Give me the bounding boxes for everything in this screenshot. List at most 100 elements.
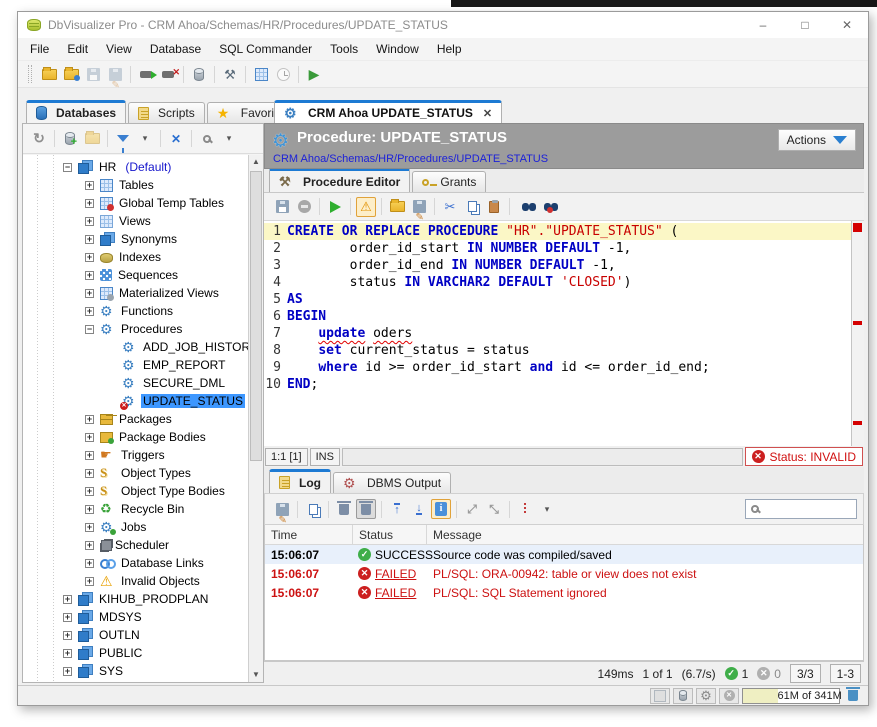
tree-item-label[interactable]: EMP_REPORT <box>141 358 227 372</box>
log-clear-filtered-icon[interactable] <box>356 499 376 519</box>
filter-caret-icon[interactable]: ▾ <box>135 129 155 149</box>
scrollbar-thumb[interactable] <box>250 171 262 461</box>
tree-item-synonyms[interactable]: +Synonyms <box>23 230 248 248</box>
actions-button[interactable]: Actions <box>778 129 856 151</box>
tree-item-label[interactable]: Procedures <box>119 322 184 336</box>
code-line-5[interactable]: 5AS <box>264 291 851 308</box>
grid-window-icon[interactable] <box>251 64 271 84</box>
expand-node-icon[interactable]: + <box>85 289 94 298</box>
tree-item-global-temp-tables[interactable]: +Global Temp Tables <box>23 194 248 212</box>
tree-item-triggers[interactable]: +Triggers <box>23 446 248 464</box>
close-button[interactable]: ✕ <box>826 12 868 38</box>
garbage-collect-icon[interactable] <box>843 688 863 704</box>
menu-sql-commander[interactable]: SQL Commander <box>210 38 321 60</box>
expand-node-icon[interactable]: + <box>85 487 94 496</box>
save-icon[interactable] <box>83 64 103 84</box>
database-status-icon[interactable] <box>673 688 693 704</box>
save-as-icon[interactable] <box>105 64 125 84</box>
code-line-9[interactable]: 9 where id >= order_id_start and id <= o… <box>264 359 851 376</box>
expand-node-icon[interactable]: + <box>85 505 94 514</box>
log-row[interactable]: 15:06:07✕FAILEDPL/SQL: SQL Statement ign… <box>265 583 863 602</box>
tree-item-packages[interactable]: +Packages <box>23 410 248 428</box>
open-file-icon[interactable] <box>387 197 407 217</box>
stop-task-icon[interactable]: ✕ <box>719 688 739 704</box>
tree-item-label[interactable]: ADD_JOB_HISTORY <box>141 340 248 354</box>
code-line-8[interactable]: 8 set current_status = status <box>264 342 851 359</box>
sql-editor[interactable]: 1CREATE OR REPLACE PROCEDURE "HR"."UPDAT… <box>264 221 864 446</box>
code-line-2[interactable]: 2 order_id_start IN NUMBER DEFAULT -1, <box>264 240 851 257</box>
tree-item-object-types[interactable]: +Object Types <box>23 464 248 482</box>
sql-code[interactable]: 1CREATE OR REPLACE PROCEDURE "HR"."UPDAT… <box>264 221 851 446</box>
code-line-10[interactable]: 10END; <box>264 376 851 393</box>
tree-item-label[interactable]: Sequences <box>116 268 180 282</box>
tree-item-mdsys[interactable]: +MDSYS <box>23 608 248 626</box>
tree-item-label[interactable]: UPDATE_STATUS <box>141 394 245 408</box>
tree-item-label[interactable]: PUBLIC <box>97 646 144 660</box>
tab-grants[interactable]: Grants <box>412 171 486 192</box>
tree-item-public[interactable]: + PUBLIC <box>23 644 248 662</box>
menu-window[interactable]: Window <box>367 38 428 60</box>
tree-item-tables[interactable]: +Tables <box>23 176 248 194</box>
tree-item-hr[interactable]: −HR(Default) <box>23 158 248 176</box>
tree-item-add-job-history[interactable]: ADD_JOB_HISTORY <box>23 338 248 356</box>
log-export-icon[interactable] <box>272 499 292 519</box>
tree-item-database-links[interactable]: +Database Links <box>23 554 248 572</box>
tree-item-recycle-bin[interactable]: +Recycle Bin <box>23 500 248 518</box>
tree-scrollbar[interactable]: ▲ ▼ <box>248 155 263 682</box>
tree-item-object-type-bodies[interactable]: +Object Type Bodies <box>23 482 248 500</box>
error-stripe[interactable] <box>851 221 864 446</box>
layout-icon[interactable] <box>650 688 670 704</box>
execute-icon[interactable] <box>325 197 345 217</box>
scroll-top-icon[interactable]: ↑ <box>387 499 407 519</box>
tree-item-label[interactable]: Package Bodies <box>117 430 208 444</box>
tree-item-label[interactable]: HR <box>97 160 118 174</box>
expand-node-icon[interactable]: + <box>85 217 94 226</box>
menu-tools[interactable]: Tools <box>321 38 367 60</box>
add-folder-icon[interactable] <box>82 129 102 149</box>
disconnect-icon[interactable] <box>158 64 178 84</box>
tree-item-label[interactable]: Functions <box>119 304 175 318</box>
collapse-node-icon[interactable]: − <box>63 163 72 172</box>
tree-item-label[interactable]: SYS <box>97 664 125 678</box>
minimize-button[interactable]: – <box>742 12 784 38</box>
export-icon[interactable] <box>409 197 429 217</box>
expand-node-icon[interactable]: + <box>63 631 72 640</box>
tree-item-scheduler[interactable]: +Scheduler <box>23 536 248 554</box>
maximize-button[interactable]: □ <box>784 12 826 38</box>
column-marker-icon[interactable] <box>515 499 535 519</box>
tree-item-label[interactable]: Jobs <box>119 520 148 534</box>
tree-item-kihub-prodplan[interactable]: +KIHUB_PRODPLAN <box>23 590 248 608</box>
expand-node-icon[interactable]: + <box>85 451 94 460</box>
collapse-all-icon[interactable]: ✕ <box>166 129 186 149</box>
menu-file[interactable]: File <box>21 38 58 60</box>
expand-node-icon[interactable]: + <box>63 667 72 676</box>
tree-item-label[interactable]: Tables <box>117 178 156 192</box>
paste-icon[interactable] <box>484 197 504 217</box>
save-procedure-icon[interactable] <box>272 197 292 217</box>
error-mark[interactable] <box>853 223 862 232</box>
expand-node-icon[interactable]: + <box>85 577 94 586</box>
tree-item-jobs[interactable]: +Jobs <box>23 518 248 536</box>
copy-icon[interactable] <box>462 197 482 217</box>
find-icon[interactable] <box>515 197 535 217</box>
menu-view[interactable]: View <box>97 38 141 60</box>
code-line-7[interactable]: 7 update oders <box>264 325 851 342</box>
tree-item-label[interactable]: Scheduler <box>113 538 171 552</box>
search-caret-icon[interactable]: ▾ <box>219 129 239 149</box>
tab-log[interactable]: Log <box>269 469 331 493</box>
log-table-header[interactable]: Time Status Message <box>265 525 863 545</box>
column-message[interactable]: Message <box>427 525 863 544</box>
code-line-1[interactable]: 1CREATE OR REPLACE PROCEDURE "HR"."UPDAT… <box>264 223 851 240</box>
log-search-box[interactable] <box>745 499 857 519</box>
menu-edit[interactable]: Edit <box>58 38 97 60</box>
tree-item-materialized-views[interactable]: +Materialized Views <box>23 284 248 302</box>
expand-node-icon[interactable]: + <box>85 307 94 316</box>
tab-dbms-output[interactable]: DBMS Output <box>333 472 451 493</box>
tree-item-emp-report[interactable]: EMP_REPORT <box>23 356 248 374</box>
tab-scripts[interactable]: Scripts <box>128 102 205 123</box>
warnings-icon[interactable]: ⚠ <box>356 197 376 217</box>
menu-help[interactable]: Help <box>428 38 471 60</box>
expand-node-icon[interactable]: + <box>63 649 72 658</box>
document-tab[interactable]: CRM Ahoa UPDATE_STATUS ✕ <box>274 100 502 123</box>
tree-item-label[interactable]: Packages <box>117 412 174 426</box>
